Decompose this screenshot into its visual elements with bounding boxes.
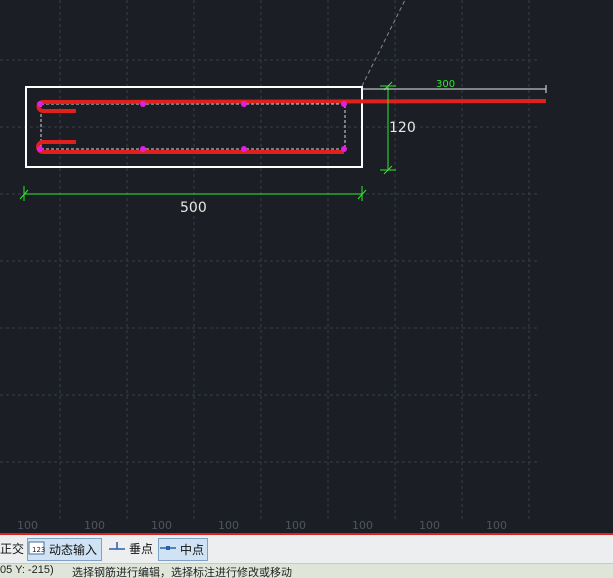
midpoint-label: 中点 (180, 543, 205, 557)
ruler-label: 100 (486, 519, 507, 532)
svg-text:123: 123 (32, 546, 45, 554)
status-toolbar: 正交 123 动态输入 垂点 中点 (0, 535, 613, 564)
ruler-label: 100 (285, 519, 306, 532)
ruler-label: 100 (151, 519, 172, 532)
dimension-height-label: 120 (389, 120, 416, 136)
leader-line (361, 0, 406, 87)
rebar-top[interactable] (36, 99, 547, 113)
drawing-canvas[interactable]: 100 100 100 100 100 100 100 100 500 120 … (0, 0, 613, 533)
status-message: 选择钢筋进行编辑，选择标注进行修改或移动 (72, 567, 292, 578)
perpendicular-icon (108, 540, 126, 557)
grid (0, 0, 540, 520)
ruler-label: 100 (218, 519, 239, 532)
cursor-coordinates: 05 Y: -215) (0, 564, 54, 576)
ruler-label: 100 (352, 519, 373, 532)
rebar-bottom[interactable] (36, 140, 344, 154)
ruler-label: 100 (419, 519, 440, 532)
ortho-label: 正交 (0, 542, 25, 556)
dynamic-input-label: 动态输入 (49, 543, 98, 557)
midpoint-snap-toggle[interactable]: 中点 (158, 538, 209, 561)
command-status-bar: 05 Y: -215) 选择钢筋进行编辑，选择标注进行修改或移动 (0, 564, 613, 578)
dimension-extension-label: 300 (436, 79, 455, 90)
ortho-toggle[interactable]: 正交 (0, 538, 24, 559)
bottom-ruler: 100 100 100 100 100 100 100 100 (17, 519, 507, 532)
ruler-label: 100 (17, 519, 38, 532)
ruler-label: 100 (84, 519, 105, 532)
dimension-width[interactable] (19, 186, 367, 201)
dimension-width-label: 500 (180, 200, 207, 216)
midpoint-icon (159, 541, 177, 558)
dynamic-input-toggle[interactable]: 123 动态输入 (27, 538, 103, 561)
dynamic-input-icon: 123 (28, 540, 46, 559)
perpendicular-label: 垂点 (129, 542, 154, 556)
perpendicular-snap-toggle[interactable]: 垂点 (108, 538, 153, 559)
